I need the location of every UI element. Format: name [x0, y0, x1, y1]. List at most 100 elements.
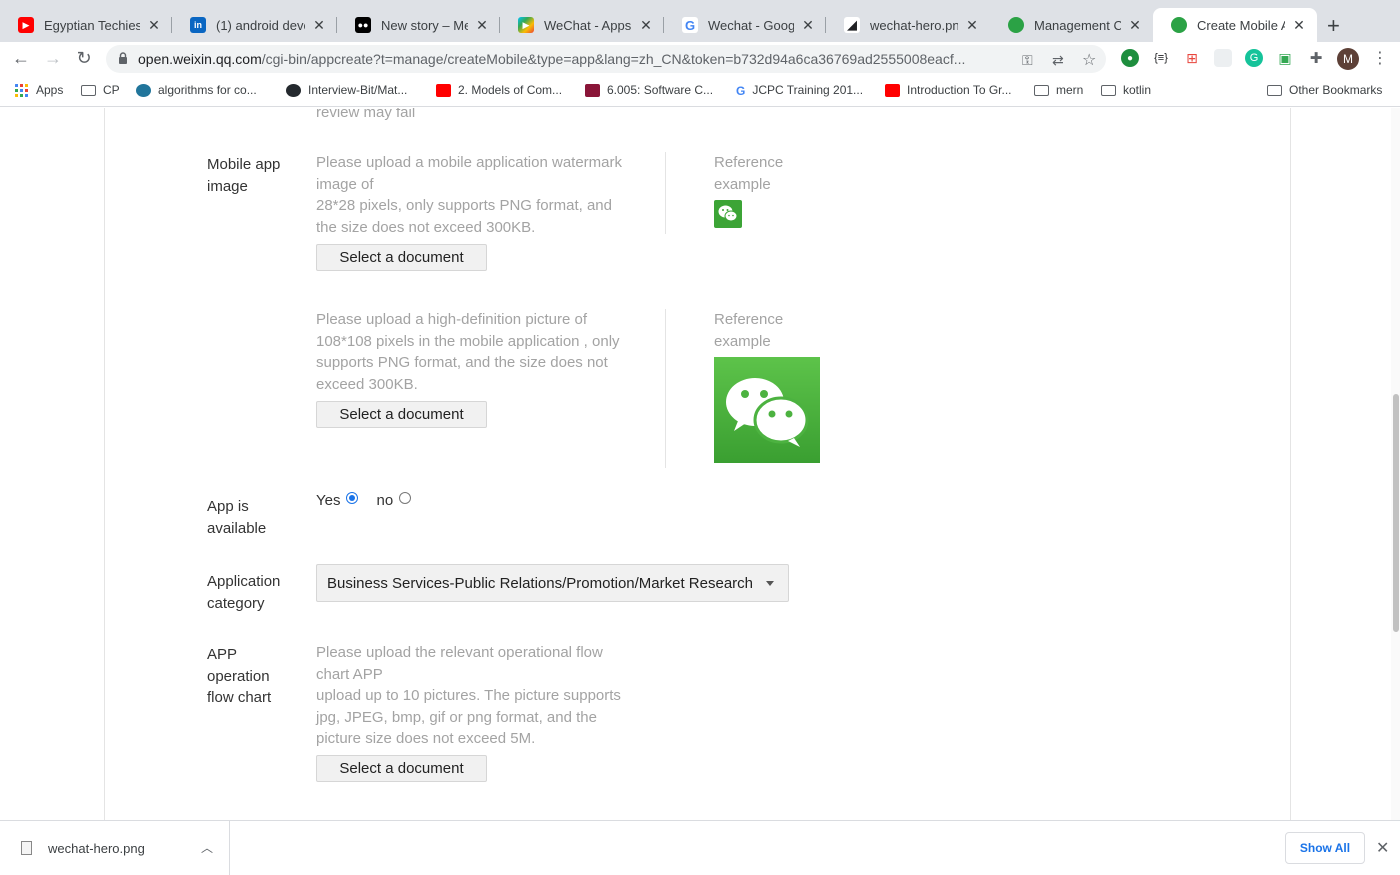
profile-avatar[interactable]: M	[1337, 48, 1359, 70]
label-line: category	[207, 594, 265, 612]
application-category-select[interactable]: Business Services-Public Relations/Promo…	[316, 564, 789, 602]
grammarly-icon[interactable]: G	[1245, 49, 1263, 67]
bookmark-interviewbit[interactable]: Interview-Bit/Mat...	[286, 83, 407, 97]
tab-title: (1) android develo	[216, 17, 305, 33]
divider	[665, 309, 666, 468]
downloads-bar: wechat-hero.png ︿ Show All ✕	[0, 820, 1400, 875]
bookmark-apps[interactable]: Apps	[14, 83, 63, 97]
tab-egyptian-techies[interactable]: ▶ Egyptian Techies in ✕	[0, 8, 172, 42]
youtube-icon	[436, 83, 451, 97]
tab-wechat-hero-image[interactable]: ◢ wechat-hero.png ✕	[826, 8, 990, 42]
close-icon[interactable]: ✕	[800, 17, 816, 34]
label-line: available	[207, 519, 267, 537]
bookmark-kotlin[interactable]: kotlin	[1101, 83, 1151, 97]
key-icon[interactable]: ⚿	[1022, 52, 1033, 69]
availability-radio-group: Yes no	[316, 491, 429, 509]
linkedin-icon: in	[190, 17, 206, 33]
tab-linkedin[interactable]: in (1) android develo ✕	[172, 8, 337, 42]
label-line: flow chart	[207, 689, 272, 706]
close-icon[interactable]: ✕	[474, 17, 490, 34]
divider	[665, 152, 666, 234]
wechat-icon	[1008, 17, 1024, 33]
close-icon[interactable]: ✕	[964, 17, 980, 34]
flow-chart-label: APP operation flow chart	[207, 644, 271, 709]
blank-extension-icon[interactable]	[1214, 49, 1232, 67]
tab-google-play[interactable]: ▶ WeChat - Apps on ✕	[500, 8, 664, 42]
youtube-icon: ▶	[18, 17, 34, 33]
bookmark-algorithms[interactable]: algorithms for co...	[136, 83, 257, 97]
tab-google-search[interactable]: G Wechat - Google S ✕	[664, 8, 826, 42]
star-icon[interactable]: ☆	[1082, 50, 1096, 70]
hierarchy-extension-icon[interactable]: ⊞	[1183, 49, 1201, 67]
puzzle-extensions-icon[interactable]: ✚	[1307, 49, 1325, 67]
bookmark-label: Other Bookmarks	[1289, 83, 1383, 97]
bookmark-label: 6.005: Software C...	[607, 83, 714, 97]
json-extension-icon[interactable]: {≡}	[1152, 49, 1170, 67]
new-tab-button[interactable]: +	[1327, 13, 1340, 39]
bookmark-jcpc[interactable]: G JCPC Training 201...	[736, 83, 863, 98]
select-hd-image-button[interactable]: Select a document	[316, 401, 487, 428]
show-all-button[interactable]: Show All	[1285, 832, 1365, 864]
label-line: Mobile app	[207, 156, 281, 173]
address-bar[interactable]: open.weixin.qq.com/cgi-bin/appcreate?t=m…	[106, 45, 1106, 73]
github-icon	[286, 83, 301, 97]
translate-icon[interactable]: ⇄	[1052, 52, 1064, 69]
shield-extension-icon[interactable]: ●	[1121, 49, 1139, 67]
download-item[interactable]: wechat-hero.png ︿	[0, 821, 230, 875]
bookmark-label: mern	[1056, 83, 1084, 97]
hint-line: Please upload a mobile application water…	[316, 154, 623, 171]
app-available-label: App is available	[207, 496, 266, 539]
no-option-label[interactable]: no	[376, 492, 393, 509]
close-icon[interactable]: ✕	[638, 17, 654, 34]
yes-option-label[interactable]: Yes	[316, 492, 340, 509]
bookmark-other[interactable]: Other Bookmarks	[1267, 83, 1382, 97]
bookmark-label: Apps	[36, 83, 64, 97]
reload-icon[interactable]: ↻	[73, 48, 95, 69]
close-icon[interactable]: ✕	[1376, 838, 1389, 858]
hint-line: upload up to 10 pictures. The picture su…	[316, 687, 621, 704]
select-flow-chart-button[interactable]: Select a document	[316, 755, 487, 782]
bookmark-mern[interactable]: mern	[1034, 83, 1083, 97]
back-arrow-icon[interactable]: ←	[10, 48, 32, 69]
google-play-icon: ▶	[518, 17, 534, 33]
lock-icon	[119, 52, 127, 64]
forward-arrow-icon[interactable]: →	[42, 48, 64, 69]
page-content: review may fail Mobile app image Please …	[0, 108, 1400, 820]
label-line: Application	[207, 573, 281, 590]
no-radio[interactable]	[399, 491, 412, 504]
bookmark-label: kotlin	[1123, 83, 1152, 97]
chevron-up-icon[interactable]: ︿	[201, 839, 213, 856]
hint-line: the size does not exceed 300KB.	[316, 218, 536, 236]
bookmarks-bar: Apps CP algorithms for co... Interview-B…	[0, 76, 1400, 107]
tab-title: Wechat - Google S	[708, 17, 794, 33]
scrollbar-thumb[interactable]	[1393, 394, 1399, 632]
close-icon[interactable]: ✕	[146, 17, 162, 34]
close-icon[interactable]: ✕	[311, 17, 327, 34]
bookmark-label: Introduction To Gr...	[907, 83, 1012, 97]
bookmark-6005[interactable]: 6.005: Software C...	[585, 83, 713, 97]
bookmark-intro-to-gr[interactable]: Introduction To Gr...	[885, 83, 1012, 97]
close-icon[interactable]: ✕	[1291, 17, 1307, 34]
mobile-app-image-label: Mobile app image	[207, 154, 280, 197]
tab-strip: ▶ Egyptian Techies in ✕ in (1) android d…	[0, 0, 1400, 42]
menu-kebab-icon[interactable]: ⋮	[1372, 48, 1388, 68]
apps-grid-icon	[15, 83, 28, 97]
tab-management-center[interactable]: Management Cent ✕	[990, 8, 1153, 42]
hint-line: Please upload a high-definition picture …	[316, 311, 588, 328]
url-text: open.weixin.qq.com/cgi-bin/appcreate?t=m…	[138, 51, 965, 67]
cut-off-hint: review may fail	[316, 108, 416, 121]
bookmark-cp[interactable]: CP	[81, 83, 120, 97]
label-line: APP	[207, 646, 238, 663]
bookmark-models-of-com[interactable]: 2. Models of Com...	[436, 83, 562, 97]
tab-create-mobile-app[interactable]: Create Mobile App ✕	[1153, 8, 1317, 42]
select-watermark-image-button[interactable]: Select a document	[316, 244, 487, 271]
mit-icon	[585, 83, 600, 97]
bookmark-label: 2. Models of Com...	[458, 83, 563, 97]
url-domain: open.weixin.qq.com	[138, 51, 262, 67]
folder-icon	[1034, 84, 1049, 96]
yes-radio[interactable]	[346, 491, 359, 504]
inbox-extension-icon[interactable]: ▣	[1276, 49, 1294, 67]
close-icon[interactable]: ✕	[1127, 17, 1143, 34]
tab-medium[interactable]: ●● New story – Mediu ✕	[337, 8, 500, 42]
hint-line: image of	[316, 175, 374, 193]
